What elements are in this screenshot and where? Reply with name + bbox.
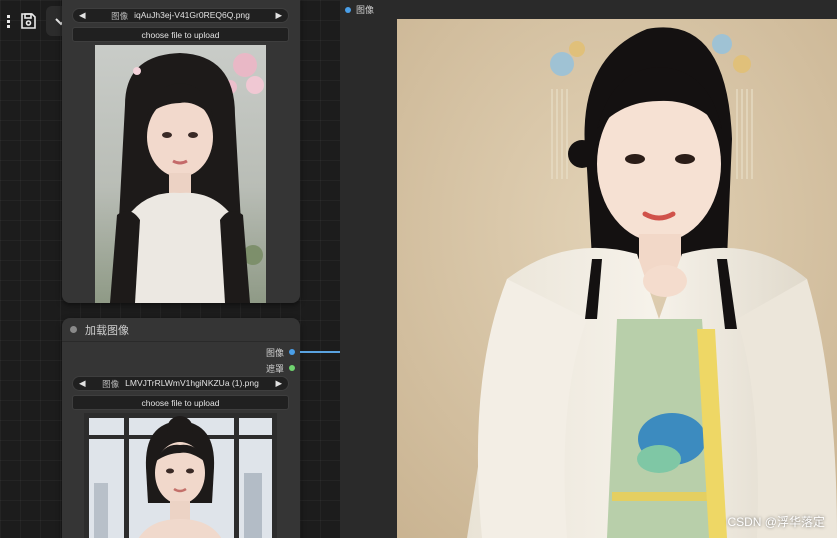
image-output-row: 图像 bbox=[266, 345, 295, 359]
node-image-preview bbox=[84, 413, 277, 538]
node-collapse-dot[interactable] bbox=[70, 326, 77, 333]
combo-label: 图像 bbox=[111, 10, 129, 21]
node-title: 加载图像 bbox=[85, 324, 129, 337]
combo-filename: iqAuJh3ej-V41Gr0REQ6Q.png bbox=[134, 9, 250, 20]
combo-filename: LMVJTrRLWmV1hgiNKZUa (1).png bbox=[125, 377, 259, 388]
node-title-bar[interactable]: 加载图像 bbox=[62, 318, 300, 342]
mask-output-label: 遮罩 bbox=[266, 0, 284, 2]
preview-input-row: 图像 bbox=[340, 0, 837, 19]
image-output-label: 图像 bbox=[265, 347, 284, 358]
combo-label: 图像 bbox=[102, 378, 120, 389]
load-image-node-top[interactable]: 遮罩 ◀ 图像 iqAuJh3ej-V41Gr0REQ6Q.png ▶ choo… bbox=[62, 0, 300, 303]
save-icon[interactable] bbox=[13, 6, 43, 36]
combo-prev-arrow[interactable]: ◀ bbox=[79, 10, 86, 21]
preview-output-image bbox=[397, 19, 837, 538]
mask-output-row: 遮罩 bbox=[266, 0, 295, 2]
load-image-node[interactable]: 加载图像 图像 遮罩 ◀ 图像 LMVJTrRLWmV1hgiNKZUa (1)… bbox=[62, 318, 300, 538]
image-output-port[interactable] bbox=[289, 349, 295, 355]
combo-next-arrow[interactable]: ▶ bbox=[275, 378, 282, 389]
choose-file-button[interactable]: choose file to upload bbox=[72, 395, 289, 410]
mask-output-label: 遮罩 bbox=[265, 363, 284, 374]
image-file-combo[interactable]: ◀ 图像 LMVJTrRLWmV1hgiNKZUa (1).png ▶ bbox=[72, 376, 289, 391]
choose-file-button[interactable]: choose file to upload bbox=[72, 27, 289, 42]
mask-output-port[interactable] bbox=[289, 365, 295, 371]
connection-wire bbox=[300, 351, 340, 353]
combo-next-arrow[interactable]: ▶ bbox=[275, 10, 282, 21]
preview-input-label: 图像 bbox=[356, 5, 375, 15]
image-input-port[interactable] bbox=[345, 6, 351, 13]
csdn-watermark: CSDN @浮华落定 bbox=[727, 515, 825, 529]
preview-image-node[interactable]: 图像 CSDN @浮华落定 bbox=[340, 0, 837, 538]
node-image-preview bbox=[95, 45, 266, 303]
combo-prev-arrow[interactable]: ◀ bbox=[79, 378, 86, 389]
image-file-combo[interactable]: ◀ 图像 iqAuJh3ej-V41Gr0REQ6Q.png ▶ bbox=[72, 8, 289, 23]
mask-output-row: 遮罩 bbox=[266, 361, 295, 375]
